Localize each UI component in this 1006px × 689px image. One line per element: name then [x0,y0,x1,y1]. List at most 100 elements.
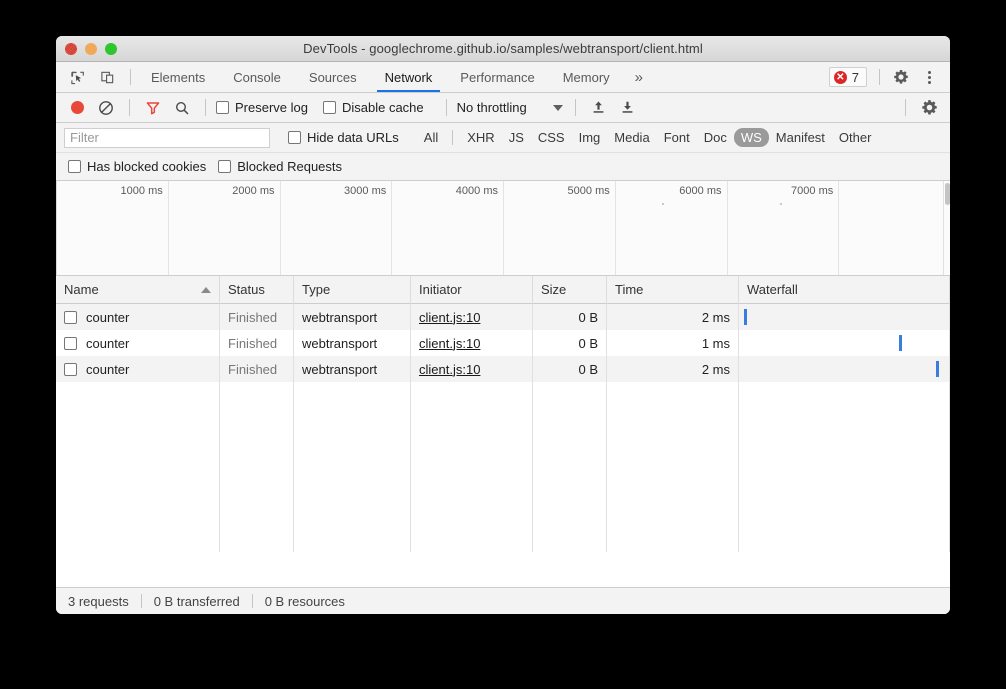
has-blocked-cookies-checkbox[interactable]: Has blocked cookies [68,159,206,174]
error-circle-icon: ✕ [834,71,847,84]
error-count-badge[interactable]: ✕ 7 [829,67,867,87]
hide-data-urls-checkbox[interactable]: Hide data URLs [288,130,399,145]
tab-performance[interactable]: Performance [446,62,548,92]
has-blocked-cookies-box[interactable] [68,160,81,173]
hide-data-urls-box[interactable] [288,131,301,144]
blocked-requests-label: Blocked Requests [237,159,342,174]
request-name: counter [86,310,129,325]
import-har-icon[interactable] [586,96,612,120]
tab-elements[interactable]: Elements [137,62,219,92]
filter-chip-css[interactable]: CSS [531,128,572,147]
filter-chip-img[interactable]: Img [572,128,608,147]
blocked-requests-box[interactable] [218,160,231,173]
cell-size: 0 B [533,356,607,382]
close-window-button[interactable] [65,43,77,55]
window-traffic-lights[interactable] [65,43,117,55]
network-overview-timeline[interactable]: 1000 ms 2000 ms 3000 ms 4000 ms 5000 ms … [56,181,950,276]
overview-tick: 5000 ms [503,181,615,275]
row-checkbox[interactable] [64,337,77,350]
blocked-requests-checkbox[interactable]: Blocked Requests [218,159,342,174]
tab-console[interactable]: Console [219,62,295,92]
column-header-name[interactable]: Name [56,276,220,304]
overview-ticks: 1000 ms 2000 ms 3000 ms 4000 ms 5000 ms … [56,181,950,275]
minimize-window-button[interactable] [85,43,97,55]
cell-initiator[interactable]: client.js:10 [411,304,533,330]
cell-type: webtransport [294,330,411,356]
filter-chip-manifest[interactable]: Manifest [769,128,832,147]
network-status-bar: 3 requests 0 B transferred 0 B resources [56,587,950,614]
window-title: DevTools - googlechrome.github.io/sample… [56,41,950,56]
table-row[interactable]: counter Finished webtransport client.js:… [56,356,950,382]
overview-tick-label: 3000 ms [344,185,386,197]
column-header-size[interactable]: Size [533,276,607,304]
row-checkbox[interactable] [64,363,77,376]
gear-icon[interactable] [888,65,914,89]
toolbar-divider-2 [205,99,206,116]
more-tabs-button[interactable]: » [624,62,654,92]
column-label-size: Size [541,282,566,297]
filter-chip-media[interactable]: Media [607,128,656,147]
table-row[interactable]: counter Finished webtransport client.js:… [56,304,950,330]
filter-chip-js[interactable]: JS [502,128,531,147]
tab-memory[interactable]: Memory [549,62,624,92]
overview-tick-label: 1000 ms [121,185,163,197]
filter-chip-ws[interactable]: WS [734,128,769,147]
column-label-waterfall: Waterfall [747,282,798,297]
cell-status: Finished [220,304,294,330]
throttling-dropdown[interactable]: No throttling [457,100,563,115]
preserve-log-box[interactable] [216,101,229,114]
cell-name[interactable]: counter [56,330,220,356]
cell-name[interactable]: counter [56,304,220,330]
record-button-icon[interactable] [64,96,90,120]
column-header-type[interactable]: Type [294,276,411,304]
sort-ascending-icon [201,287,211,293]
resource-type-filters: All XHR JS CSS Img Media Font Doc WS Man… [417,128,879,147]
column-header-status[interactable]: Status [220,276,294,304]
cell-initiator[interactable]: client.js:10 [411,330,533,356]
preserve-log-checkbox[interactable]: Preserve log [216,100,308,115]
overview-tick-label: 6000 ms [679,185,721,197]
initiator-link[interactable]: client.js:10 [419,362,480,377]
zoom-window-button[interactable] [105,43,117,55]
column-header-waterfall[interactable]: Waterfall [739,276,950,304]
column-header-time[interactable]: Time [607,276,739,304]
disable-cache-box[interactable] [323,101,336,114]
cell-waterfall [739,304,950,330]
filter-chip-font[interactable]: Font [657,128,697,147]
filter-funnel-icon[interactable] [140,96,166,120]
filter-chip-doc[interactable]: Doc [697,128,734,147]
row-checkbox[interactable] [64,311,77,324]
overview-tick-label: 2000 ms [232,185,274,197]
device-toolbar-icon[interactable] [94,65,120,89]
inspect-element-icon[interactable] [64,65,90,89]
filter-chip-all[interactable]: All [417,128,445,147]
initiator-link[interactable]: client.js:10 [419,310,480,325]
export-har-icon[interactable] [615,96,641,120]
overview-scrollbar[interactable] [943,181,950,275]
filter-chip-other[interactable]: Other [832,128,879,147]
disable-cache-label: Disable cache [342,100,424,115]
tab-network[interactable]: Network [371,62,447,92]
table-row[interactable]: counter Finished webtransport client.js:… [56,330,950,356]
more-vertical-icon[interactable] [916,65,942,89]
initiator-link[interactable]: client.js:10 [419,336,480,351]
disable-cache-checkbox[interactable]: Disable cache [323,100,424,115]
requests-table-header: Name Status Type Initiator Size Time [56,276,950,304]
overview-tick: 6000 ms [615,181,727,275]
cell-initiator[interactable]: client.js:10 [411,356,533,382]
column-header-initiator[interactable]: Initiator [411,276,533,304]
tab-sources[interactable]: Sources [295,62,371,92]
cell-waterfall [739,356,950,382]
cell-name[interactable]: counter [56,356,220,382]
tabbar-left-icons [56,62,137,92]
clear-button-icon[interactable] [93,96,119,120]
network-settings-gear-icon[interactable] [916,96,942,120]
network-filter-row: Hide data URLs All XHR JS CSS Img Media … [56,123,950,153]
error-count-label: 7 [852,70,859,85]
search-icon[interactable] [169,96,195,120]
transferred-size: 0 B transferred [154,594,240,609]
filter-chip-xhr[interactable]: XHR [460,128,501,147]
filter-input[interactable] [64,128,270,148]
cell-type: webtransport [294,304,411,330]
column-label-time: Time [615,282,643,297]
